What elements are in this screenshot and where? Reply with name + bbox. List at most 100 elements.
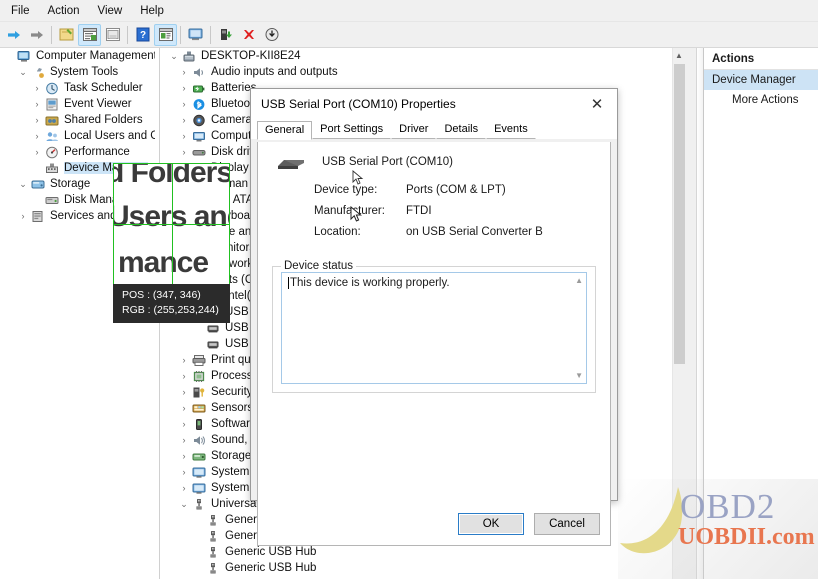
expander-icon[interactable]: › [177, 352, 191, 368]
expander-icon[interactable]: › [16, 208, 30, 224]
device-tree-row[interactable]: › Audio inputs and outputs [161, 64, 685, 80]
expander-icon[interactable]: › [177, 144, 191, 160]
toolbar-separator-1 [51, 25, 52, 44]
actions-item-more-actions[interactable]: More Actions [704, 90, 818, 110]
console-tree-row[interactable]: › Local Users and Groups [0, 128, 159, 144]
expander-icon[interactable]: › [30, 144, 44, 160]
battery-icon [191, 81, 207, 95]
console-tree-row[interactable]: › Shared Folders [0, 112, 159, 128]
actions-item-device-manager[interactable]: Device Manager [704, 70, 818, 90]
menu-file[interactable]: File [2, 2, 39, 20]
ok-button[interactable]: OK [458, 513, 524, 535]
magnifier-viewport: d Folders Users and mance [113, 163, 230, 285]
expander-icon[interactable]: ⌄ [16, 176, 30, 192]
console-tree-row[interactable]: › Task Scheduler [0, 80, 159, 96]
scrollbar-thumb[interactable] [674, 64, 685, 364]
device-tree-root[interactable]: ⌄ DESKTOP-KII8E24 [161, 48, 685, 64]
watermark-backdrop [618, 479, 818, 579]
expander-icon[interactable]: › [177, 96, 191, 112]
cancel-button[interactable]: Cancel [534, 513, 600, 535]
menu-view[interactable]: View [89, 2, 132, 20]
tree-label: Task Scheduler [64, 82, 143, 94]
expander-icon[interactable]: › [177, 432, 191, 448]
scroll-up-icon[interactable]: ▲ [673, 48, 685, 63]
tab-port-settings[interactable]: Port Settings [312, 120, 392, 139]
expander-icon[interactable]: ⌄ [16, 64, 30, 80]
expander-icon[interactable]: › [30, 80, 44, 96]
properties-icon[interactable] [78, 23, 101, 46]
tab-driver[interactable]: Driver [391, 120, 437, 139]
system-tools-icon [30, 65, 46, 79]
storage-icon [30, 177, 46, 191]
usb-icon [191, 497, 207, 511]
tree-label: Local Users and Groups [64, 130, 155, 142]
scroll-down-icon[interactable]: ▼ [575, 371, 583, 380]
tab-general[interactable]: General [257, 121, 313, 140]
tab-events[interactable]: Events [486, 120, 536, 139]
expander-icon[interactable]: › [177, 384, 191, 400]
expander-icon[interactable]: › [177, 128, 191, 144]
computer-management-window: File Action View Help ? Computer Managem… [0, 0, 818, 579]
port-icon [205, 321, 221, 335]
bluetooth-icon [191, 97, 207, 111]
usb-icon [205, 561, 221, 575]
expander-icon[interactable]: › [177, 368, 191, 384]
device-tree-row[interactable]: Generic USB Hub [161, 544, 685, 560]
console-tree-row[interactable]: ⌄ System Tools [0, 64, 159, 80]
expander-icon[interactable]: ⌄ [167, 48, 181, 64]
device-status-legend: Device status [284, 260, 354, 272]
expander-icon[interactable]: › [30, 96, 44, 112]
device-header: USB Serial Port (COM10) [258, 142, 610, 175]
uninstall-device-icon[interactable] [237, 24, 260, 46]
show-details-icon[interactable] [154, 23, 177, 46]
expander-icon[interactable]: › [177, 480, 191, 496]
console-tree-row[interactable]: › Event Viewer [0, 96, 159, 112]
magnifier-crosshair-horizontal [114, 224, 229, 225]
update-driver-icon[interactable] [214, 24, 237, 46]
tree-label: Generic USB Hub [225, 546, 317, 558]
expander-icon[interactable]: › [177, 112, 191, 128]
show-hide-console-tree-icon[interactable] [55, 24, 78, 46]
usb-icon [205, 545, 221, 559]
expander-icon[interactable]: › [177, 64, 191, 80]
toolbar: ? [0, 22, 818, 48]
menu-bar: File Action View Help [0, 0, 818, 22]
help-icon[interactable]: ? [131, 24, 154, 46]
mouse-cursor-secondary [352, 170, 364, 185]
back-icon[interactable] [2, 24, 25, 46]
tree-label: System Tools [50, 66, 119, 78]
magnified-fragment: mance [118, 246, 209, 279]
expander-icon[interactable]: › [177, 448, 191, 464]
device-tree-row[interactable]: Generic USB Hub [161, 560, 685, 576]
expander-icon[interactable]: › [30, 112, 44, 128]
device-status-textarea[interactable]: This device is working properly. ▲ ▼ [281, 272, 587, 384]
console-tree-row[interactable]: › Performance [0, 144, 159, 160]
text-caret [288, 277, 289, 289]
expander-icon[interactable]: › [30, 128, 44, 144]
expander-icon[interactable]: › [177, 400, 191, 416]
close-icon[interactable]: ✕ [577, 89, 617, 119]
expander-icon[interactable]: › [177, 416, 191, 432]
tree-label: Event Viewer [64, 98, 132, 110]
forward-icon[interactable] [25, 24, 48, 46]
processor-icon [191, 369, 207, 383]
field-value: Ports (COM & LPT) [406, 184, 506, 196]
menu-help[interactable]: Help [131, 2, 173, 20]
usb-icon [205, 513, 221, 527]
tab-details[interactable]: Details [436, 120, 487, 139]
scan-hardware-changes-icon[interactable] [184, 24, 207, 46]
expander-icon[interactable]: › [177, 80, 191, 96]
tree-root-computer-management[interactable]: Computer Management (Local) [0, 48, 159, 64]
expander-icon[interactable]: › [177, 464, 191, 480]
export-list-icon[interactable] [101, 24, 124, 46]
disable-device-icon[interactable] [260, 24, 283, 46]
event-viewer-icon [44, 97, 60, 111]
security-icon [191, 385, 207, 399]
shared-folders-icon [44, 113, 60, 127]
tree-label: Storage [50, 178, 91, 190]
magnifier-readout: POS : (347, 346) RGB : (255,253,244) [113, 284, 230, 323]
expander-icon[interactable]: ⌄ [177, 496, 191, 512]
status-scrollbar[interactable]: ▲ ▼ [573, 274, 585, 382]
menu-action[interactable]: Action [39, 2, 89, 20]
scroll-up-icon[interactable]: ▲ [575, 276, 583, 285]
